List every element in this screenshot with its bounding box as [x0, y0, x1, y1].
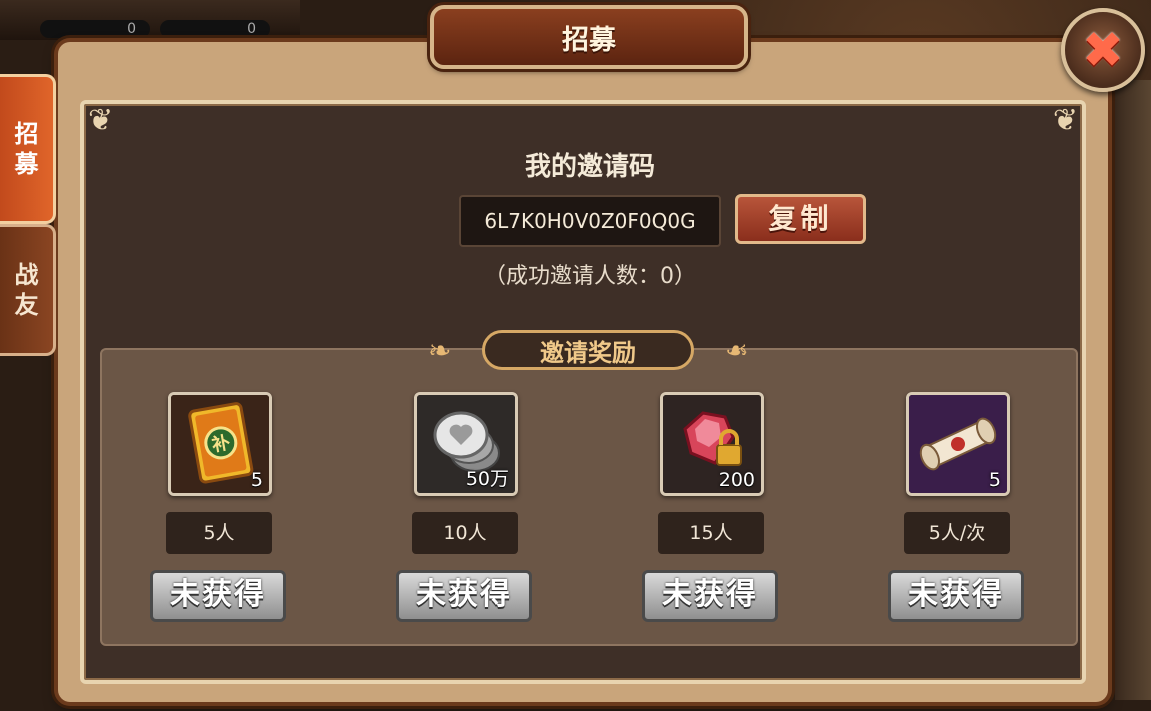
corner-ornament-icon: ❦ — [88, 103, 114, 138]
close-x-icon: ✖ — [1082, 21, 1124, 79]
dialog-title-plate: 招募 — [430, 5, 748, 69]
dialog-title: 招募 — [562, 24, 616, 56]
reward-requirement: 5人 — [166, 512, 272, 554]
copy-button[interactable]: 复制 — [735, 194, 866, 244]
claim-button[interactable]: 未获得 — [888, 570, 1024, 622]
tab-recruit[interactable]: 招 募 — [0, 74, 56, 224]
reward-icon-slot[interactable]: 5 — [906, 392, 1010, 496]
reward-icon-slot[interactable]: 200 — [660, 392, 764, 496]
invite-code-title: 我的邀请码 — [524, 152, 655, 182]
resource-counter-1: 0 — [40, 20, 150, 38]
claim-button[interactable]: 未获得 — [396, 570, 532, 622]
invite-code-field[interactable]: 6L7K0H0V0Z0F0Q0G — [459, 195, 721, 247]
invite-success-count: （成功邀请人数：0） — [484, 264, 696, 289]
reward-requirement: 10人 — [412, 512, 518, 554]
rewards-header: ❧ 邀请奖励 ❧ — [428, 328, 748, 374]
reward-quantity: 200 — [718, 469, 755, 491]
claim-button[interactable]: 未获得 — [150, 570, 286, 622]
reward-icon-slot[interactable]: 50万 — [414, 392, 518, 496]
resource-counter-2: 0 — [160, 20, 270, 38]
close-button[interactable]: ✖ — [1061, 8, 1145, 92]
reward-requirement: 15人 — [658, 512, 764, 554]
top-resource-bar: 0 0 — [0, 0, 300, 40]
reward-icon-slot[interactable]: 补 5 — [168, 392, 272, 496]
svg-text:补: 补 — [209, 431, 232, 456]
reward-requirement: 5人/次 — [904, 512, 1010, 554]
tab-label-char: 友 — [14, 291, 39, 319]
corner-ornament-icon: ❦ — [1052, 103, 1078, 138]
tab-label-char: 募 — [14, 150, 39, 178]
background-right-strip — [1115, 80, 1151, 700]
tab-label-char: 招 — [14, 120, 39, 148]
wing-left-icon: ❧ — [428, 334, 452, 367]
tab-friends[interactable]: 战 友 — [0, 224, 56, 356]
wing-right-icon: ❧ — [724, 334, 748, 367]
rewards-header-plate: 邀请奖励 — [482, 330, 694, 370]
reward-quantity: 50万 — [465, 468, 509, 490]
reward-quantity: 5 — [250, 469, 263, 491]
reward-quantity: 5 — [988, 469, 1001, 491]
claim-button[interactable]: 未获得 — [642, 570, 778, 622]
rewards-header-label: 邀请奖励 — [540, 338, 636, 367]
tab-label-char: 战 — [14, 261, 39, 289]
